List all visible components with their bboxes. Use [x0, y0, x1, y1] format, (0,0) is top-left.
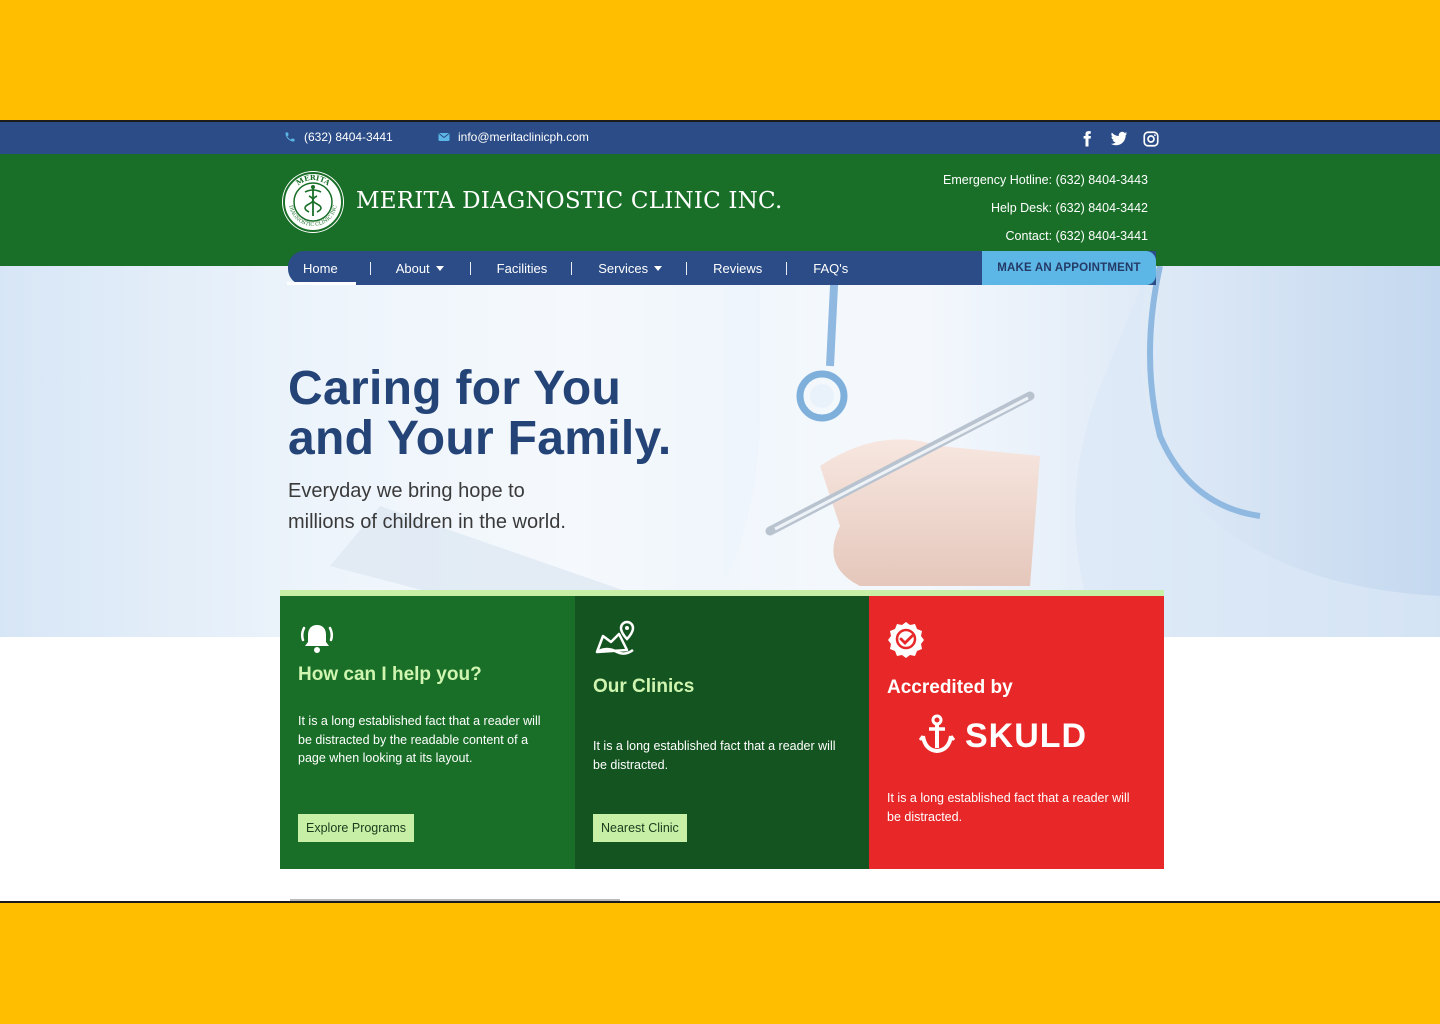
help-desk-number[interactable]: Help Desk: (632) 8404-3442 — [943, 194, 1148, 222]
nav-item-faqs[interactable]: FAQ's — [813, 251, 848, 285]
feature-cards: How can I help you? It is a long establi… — [280, 590, 1164, 869]
nav-label-services: Services — [598, 260, 649, 276]
card-help-text: It is a long established fact that a rea… — [298, 714, 541, 765]
phone-icon — [284, 131, 296, 143]
contact-number[interactable]: Contact: (632) 8404-3441 — [943, 222, 1148, 250]
facebook-icon[interactable] — [1078, 130, 1096, 148]
clinic-name[interactable]: MERITA DIAGNOSTIC CLINIC INC. — [356, 188, 783, 214]
nav-label-faqs: FAQ's — [813, 260, 849, 276]
nav-item-facilities[interactable]: Facilities — [497, 251, 548, 285]
nav-item-reviews[interactable]: Reviews — [713, 251, 762, 285]
hero-subtitle: Everyday we bring hope to millions of ch… — [288, 476, 668, 538]
card-accreditation: Accredited by SKULD It is a long establi… — [869, 596, 1164, 869]
card-clinics-text: It is a long established fact that a rea… — [593, 739, 836, 772]
nav-label-reviews: Reviews — [713, 260, 763, 276]
anchor-icon — [918, 714, 956, 759]
hero-subtitle-line-1: Everyday we bring hope to — [288, 480, 525, 502]
topbar-phone[interactable]: (632) 8404-3441 — [284, 130, 393, 144]
skuld-logo-text: SKULD — [965, 717, 1088, 755]
topbar-email[interactable]: info@meritaclinicph.com — [438, 130, 589, 144]
email-text: info@meritaclinicph.com — [458, 130, 589, 144]
mail-icon — [438, 132, 450, 142]
badge-check-icon — [887, 620, 925, 658]
nav-divider — [686, 261, 688, 275]
make-appointment-button[interactable]: MAKE AN APPOINTMENT — [982, 251, 1156, 285]
page-frame: (632) 8404-3441 info@meritaclinicph.com — [0, 120, 1440, 903]
card-help: How can I help you? It is a long establi… — [280, 596, 575, 869]
caret-down-icon — [435, 265, 444, 271]
emergency-hotline[interactable]: Emergency Hotline: (632) 8404-3443 — [943, 166, 1148, 194]
nav-label-home: Home — [303, 260, 338, 276]
card-accreditation-title: Accredited by — [887, 677, 1013, 698]
nav-label-about: About — [395, 260, 430, 276]
nav-divider — [786, 261, 788, 275]
nav-item-services[interactable]: Services — [598, 251, 663, 285]
doctor-hero-image — [330, 266, 1440, 637]
nearest-clinic-button[interactable]: Nearest Clinic — [593, 814, 687, 842]
card-clinics: Our Clinics It is a long established fac… — [575, 596, 869, 869]
nav-divider — [469, 261, 471, 275]
instagram-icon[interactable] — [1142, 130, 1160, 148]
caret-down-icon — [654, 265, 663, 271]
skuld-logo: SKULD — [918, 714, 1088, 759]
card-clinics-title: Our Clinics — [593, 676, 695, 697]
nav-item-about[interactable]: About — [396, 251, 444, 285]
hero-title-line-2: and Your Family. — [288, 412, 672, 465]
hero-subtitle-line-2: millions of children in the world. — [288, 511, 566, 533]
main-navigation: Home About Facilities Services Reviews F… — [287, 251, 1156, 285]
hero-banner: Caring for You and Your Family. Everyday… — [0, 266, 1440, 637]
hotline-list: Emergency Hotline: (632) 8404-3443 Help … — [943, 166, 1148, 250]
nav-divider — [369, 261, 371, 275]
clinic-logo[interactable]: MERITA DIAGNOSTIC CLINIC INC — [281, 170, 345, 234]
social-links — [1078, 130, 1160, 148]
phone-text: (632) 8404-3441 — [304, 130, 393, 144]
nav-label-facilities: Facilities — [496, 260, 548, 276]
nav-item-home[interactable]: Home — [287, 251, 356, 285]
twitter-icon[interactable] — [1110, 130, 1128, 148]
top-info-bar: (632) 8404-3441 info@meritaclinicph.com — [0, 122, 1440, 154]
site-header: MERITA DIAGNOSTIC CLINIC INC MERITA DIAG… — [0, 154, 1440, 266]
card-help-title: How can I help you? — [298, 664, 482, 685]
hero-title: Caring for You and Your Family. — [288, 364, 672, 464]
explore-programs-button[interactable]: Explore Programs — [298, 814, 415, 842]
map-pin-icon — [593, 620, 635, 658]
nav-divider — [571, 261, 573, 275]
bell-icon — [298, 620, 336, 658]
hero-title-line-1: Caring for You — [288, 362, 622, 415]
next-section-edge — [290, 899, 620, 901]
card-accreditation-text: It is a long established fact that a rea… — [887, 791, 1130, 824]
